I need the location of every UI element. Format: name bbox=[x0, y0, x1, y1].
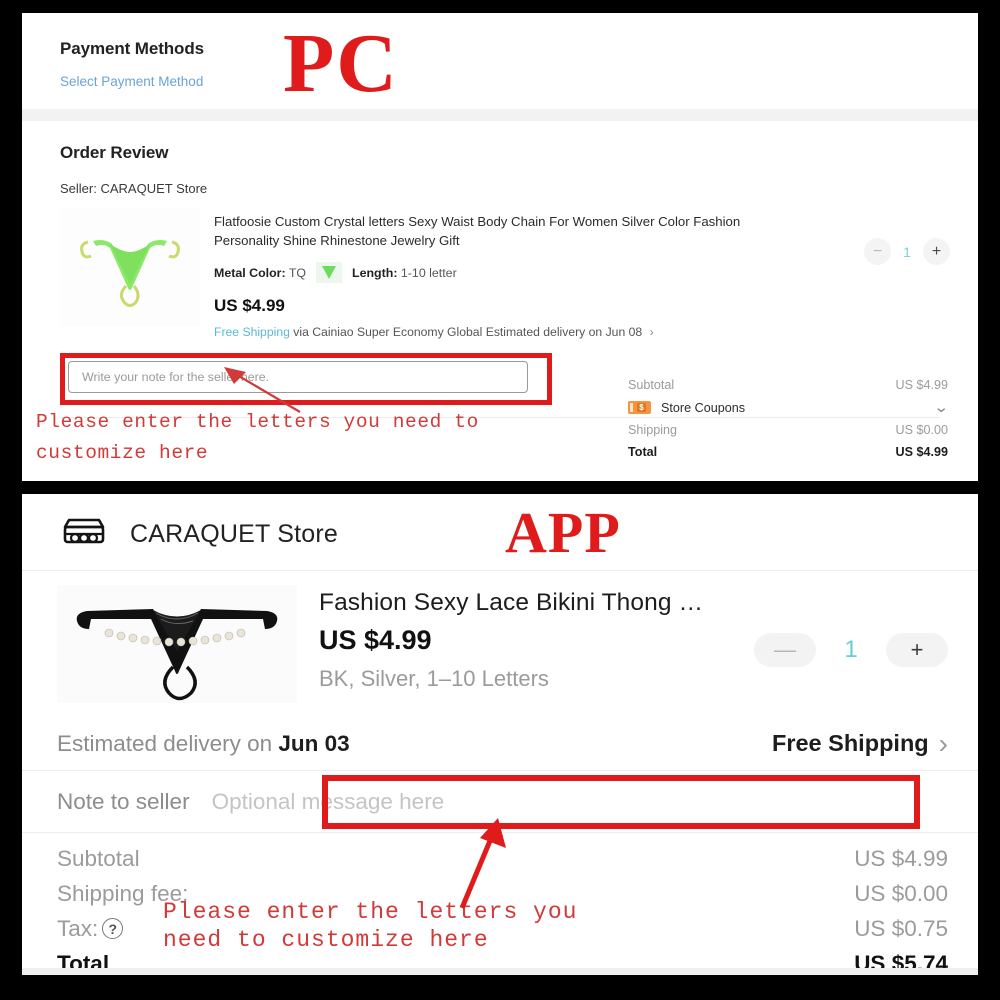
total-value-pc: US $4.99 bbox=[895, 445, 948, 459]
chevron-right-icon-app: › bbox=[938, 727, 948, 759]
totals-row-subtotal: Subtotal US $4.99 bbox=[628, 374, 948, 396]
app-order-item-row: Fashion Sexy Lace Bikini Thong … US $4.9… bbox=[22, 571, 978, 703]
note-to-seller-input-pc[interactable]: Write your note for the seller here. bbox=[68, 361, 528, 393]
pc-annotation-text: Please enter the letters you need to cus… bbox=[36, 411, 479, 464]
black-lace-thong-image bbox=[57, 585, 297, 703]
product-title-pc[interactable]: Flatfoosie Custom Crystal letters Sexy W… bbox=[214, 212, 744, 250]
coupon-money-icon: $ bbox=[628, 401, 651, 414]
totals-row-coupons[interactable]: $ Store Coupons ⌄ bbox=[628, 396, 950, 419]
estimated-delivery-pc: Estimated delivery on Jun 08 bbox=[485, 325, 643, 339]
subtotal-label-app: Subtotal bbox=[57, 845, 140, 871]
chevron-down-icon[interactable]: ⌄ bbox=[934, 400, 950, 415]
metal-color-attr: Metal Color: TQ bbox=[214, 266, 306, 280]
quantity-stepper-app: — 1 + bbox=[754, 633, 948, 667]
free-shipping-group-app[interactable]: Free Shipping › bbox=[772, 728, 948, 760]
note-to-seller-label-app: Note to seller bbox=[57, 788, 190, 814]
app-watermark-label: APP bbox=[505, 500, 621, 565]
totals-row-subtotal-app: Subtotal US $4.99 bbox=[57, 841, 948, 876]
chevron-right-icon: › bbox=[649, 325, 654, 339]
panel-divider bbox=[22, 109, 978, 121]
note-row-app: Note to seller Optional message here bbox=[22, 771, 978, 833]
subtotal-value-app: US $4.99 bbox=[854, 845, 948, 871]
quantity-stepper-pc: − 1 + bbox=[864, 238, 950, 265]
product-info-pc: Flatfoosie Custom Crystal letters Sexy W… bbox=[200, 208, 940, 339]
quantity-decrease-button-app[interactable]: — bbox=[754, 633, 816, 667]
totals-row-shipping: Shipping US $0.00 bbox=[628, 419, 948, 441]
length-value: 1-10 letter bbox=[400, 265, 457, 280]
product-title-app[interactable]: Fashion Sexy Lace Bikini Thong … bbox=[319, 589, 948, 617]
app-annotation-line1: Please enter the letters you bbox=[163, 899, 578, 925]
shipping-carrier-pc: via Cainiao Super Economy Global bbox=[293, 325, 483, 339]
app-annotation-line2: need to customize here bbox=[163, 927, 489, 953]
totals-row-total: Total US $4.99 bbox=[628, 441, 948, 463]
seller-name: Seller: CARAQUET Store bbox=[60, 181, 208, 196]
product-attributes-pc: Metal Color: TQ Length: 1-10 letter bbox=[214, 262, 940, 283]
app-bottom-bar bbox=[22, 968, 978, 975]
payment-methods-card: Payment Methods Select Payment Method bbox=[22, 13, 978, 109]
metal-color-value: TQ bbox=[288, 265, 307, 280]
shipping-label-pc: Shipping bbox=[628, 423, 678, 437]
product-thumbnail-app[interactable] bbox=[57, 585, 297, 703]
quantity-value-pc: 1 bbox=[903, 243, 911, 260]
tax-value-app: US $0.75 bbox=[854, 915, 948, 941]
free-shipping-label-pc: Free Shipping bbox=[214, 325, 290, 339]
store-coupons-group: $ Store Coupons bbox=[628, 401, 745, 415]
product-variant-app: BK, Silver, 1–10 Letters bbox=[319, 666, 549, 691]
quantity-value-app: 1 bbox=[844, 636, 858, 663]
metal-color-swatch[interactable] bbox=[316, 262, 343, 283]
order-review-heading: Order Review bbox=[60, 143, 169, 162]
shipping-line-pc[interactable]: Free Shipping via Cainiao Super Economy … bbox=[214, 325, 940, 339]
tax-label-app: Tax: bbox=[57, 915, 99, 941]
total-label-pc: Total bbox=[628, 445, 658, 459]
delivery-text-group: Estimated delivery on Jun 03 bbox=[57, 731, 350, 757]
length-attr: Length: 1-10 letter bbox=[352, 266, 457, 280]
note-to-seller-input-app[interactable]: Optional message here bbox=[212, 789, 948, 815]
delivery-row-app[interactable]: Estimated delivery on Jun 03 Free Shippi… bbox=[22, 717, 978, 771]
shipping-fee-value-app: US $0.00 bbox=[854, 880, 948, 906]
quantity-increase-button-app[interactable]: + bbox=[886, 633, 948, 667]
product-price-pc: US $4.99 bbox=[214, 296, 285, 315]
swatch-shape-icon bbox=[322, 266, 337, 279]
order-item-row: Flatfoosie Custom Crystal letters Sexy W… bbox=[22, 196, 978, 339]
free-shipping-label-app: Free Shipping bbox=[771, 730, 929, 756]
subtotal-label-pc: Subtotal bbox=[628, 378, 675, 392]
storefront-icon bbox=[63, 518, 105, 544]
length-label: Length: bbox=[352, 265, 398, 280]
estimated-delivery-label-app: Estimated delivery on bbox=[57, 730, 273, 756]
quantity-increase-button-pc[interactable]: + bbox=[923, 238, 950, 265]
app-store-header[interactable]: CARAQUET Store bbox=[22, 494, 978, 571]
quantity-decrease-button-pc[interactable]: − bbox=[864, 238, 891, 265]
payment-methods-heading: Payment Methods bbox=[60, 39, 204, 58]
select-payment-method-link[interactable]: Select Payment Method bbox=[22, 74, 978, 89]
estimated-delivery-date-app: Jun 03 bbox=[278, 730, 350, 756]
order-totals-pc: Subtotal US $4.99 $ Store Coupons ⌄ Ship… bbox=[628, 374, 950, 463]
subtotal-value-pc: US $4.99 bbox=[895, 378, 948, 392]
pc-watermark-label: PC bbox=[283, 17, 399, 110]
help-question-icon[interactable]: ? bbox=[102, 918, 124, 939]
coupon-dollar-glyph: $ bbox=[637, 403, 646, 412]
store-coupons-label: Store Coupons bbox=[661, 400, 746, 415]
metal-color-label: Metal Color: bbox=[214, 265, 286, 280]
screenshot-canvas: Payment Methods Select Payment Method Or… bbox=[0, 0, 1000, 1000]
shipping-value-pc: US $0.00 bbox=[895, 423, 948, 437]
app-store-name: CARAQUET Store bbox=[130, 519, 338, 548]
green-thong-image bbox=[60, 208, 200, 326]
tax-label-group-app: Tax: ? bbox=[57, 915, 124, 942]
product-thumbnail-pc[interactable] bbox=[60, 208, 200, 326]
